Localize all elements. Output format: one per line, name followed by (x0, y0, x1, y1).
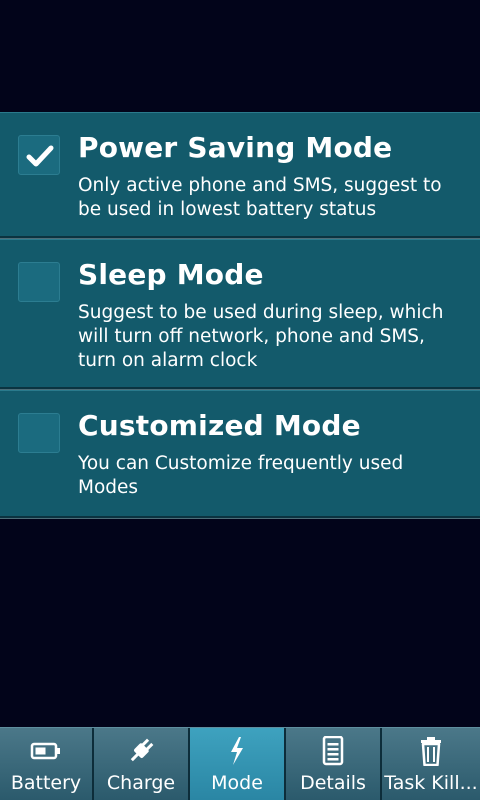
power-saving-checkbox[interactable] (18, 135, 60, 175)
battery-icon (30, 742, 60, 760)
mode-item-customized[interactable]: Customized Mode You can Customize freque… (0, 390, 480, 519)
document-icon (322, 736, 344, 766)
bottom-tab-bar: Battery Charge Mode Details Task Kill... (0, 727, 480, 800)
lightning-icon (231, 737, 243, 765)
tab-label: Details (300, 772, 366, 794)
mode-title: Sleep Mode (78, 258, 264, 291)
tab-label: Charge (106, 772, 176, 794)
tab-mode[interactable]: Mode (190, 728, 286, 800)
mode-description: Suggest to be used during sleep, which w… (78, 302, 444, 371)
mode-list: Power Saving Mode Only active phone and … (0, 112, 480, 519)
trash-icon (421, 737, 441, 766)
mode-description: You can Customize frequently used Modes (78, 453, 404, 498)
tab-charge[interactable]: Charge (94, 728, 190, 800)
plug-icon (130, 738, 154, 762)
tab-label: Mode (211, 772, 263, 794)
sleep-mode-checkbox[interactable] (18, 262, 60, 302)
mode-description: Only active phone and SMS, suggest to be… (78, 175, 442, 220)
tab-label: Battery (10, 772, 82, 794)
tab-details[interactable]: Details (286, 728, 382, 800)
customized-mode-checkbox[interactable] (18, 413, 60, 453)
mode-item-power-saving[interactable]: Power Saving Mode Only active phone and … (0, 112, 480, 239)
tab-battery[interactable]: Battery (0, 728, 94, 800)
tab-task-kill[interactable]: Task Kill... (382, 728, 480, 800)
mode-title: Power Saving Mode (78, 131, 393, 164)
mode-item-sleep[interactable]: Sleep Mode Suggest to be used during sle… (0, 239, 480, 390)
mode-title: Customized Mode (78, 409, 361, 442)
tab-label: Task Kill... (384, 772, 478, 794)
checkmark-icon (26, 145, 54, 167)
